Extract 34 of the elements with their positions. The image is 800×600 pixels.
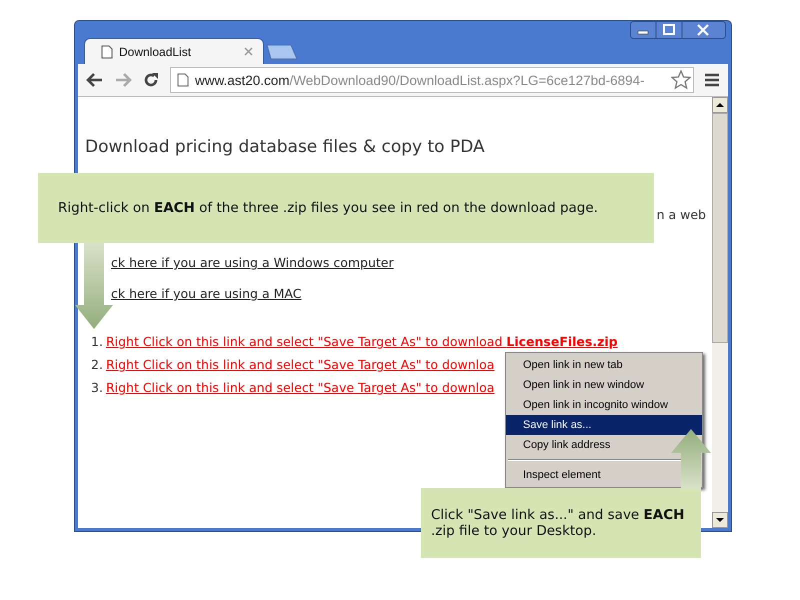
scrollbar[interactable] (712, 97, 728, 528)
star-icon[interactable] (671, 70, 691, 90)
page-heading: Download pricing database files & copy to PDA (85, 137, 486, 157)
window-controls-icon[interactable] (630, 21, 726, 39)
page-icon (177, 73, 189, 87)
back-icon[interactable] (86, 72, 104, 88)
address-field[interactable]: www.ast20.com/WebDownload90/DownloadList.aspx?LG=6ce127bd-6894- (170, 67, 694, 93)
paragraph-text: n a web (656, 207, 706, 222)
scroll-down-icon[interactable] (712, 512, 728, 528)
page-icon (101, 44, 113, 58)
platform-link[interactable]: ck here if you are using a MAC (111, 286, 302, 301)
callout-text: Click "Save link as..." and save EACH .zip file to your Desktop. (431, 507, 686, 539)
menu-item[interactable]: Open link in new window (506, 375, 702, 395)
list-number: 2. (91, 357, 103, 372)
scroll-up-icon[interactable] (712, 97, 728, 113)
list-number: 3. (91, 380, 103, 395)
url-text: www.ast20.com/WebDownload90/DownloadList.aspx?LG=6ce127bd-6894- (195, 72, 646, 88)
menu-icon[interactable] (704, 73, 720, 87)
list-number: 1. (91, 334, 103, 349)
download-link[interactable]: Right Click on this link and select "Save Target As" to downloa (106, 357, 494, 372)
callout-arrow-tooltip (671, 429, 711, 489)
menu-item[interactable]: Open link in incognito window (506, 395, 702, 415)
menu-item[interactable]: Save link as... (506, 415, 702, 435)
close-tab-icon[interactable] (244, 47, 253, 56)
platform-link[interactable]: ck here if you are using a Windows computer (111, 255, 394, 270)
download-link[interactable]: Right Click on this link and select "Save Target As" to download LicenseFiles.zip (106, 334, 618, 349)
callout-text: Right-click on EACH of the three .zip files you see in red on the download page. (58, 200, 598, 216)
download-link[interactable]: Right Click on this link and select "Save Target As" to downloa (106, 380, 494, 395)
browser-tab[interactable]: DownloadList (84, 38, 264, 64)
menu-item[interactable]: Inspect element (506, 465, 702, 485)
menu-item[interactable]: Open link in new tab (506, 355, 702, 375)
tab-title: DownloadList (119, 44, 192, 58)
reload-icon[interactable] (142, 71, 160, 89)
new-tab-button[interactable] (266, 44, 298, 60)
